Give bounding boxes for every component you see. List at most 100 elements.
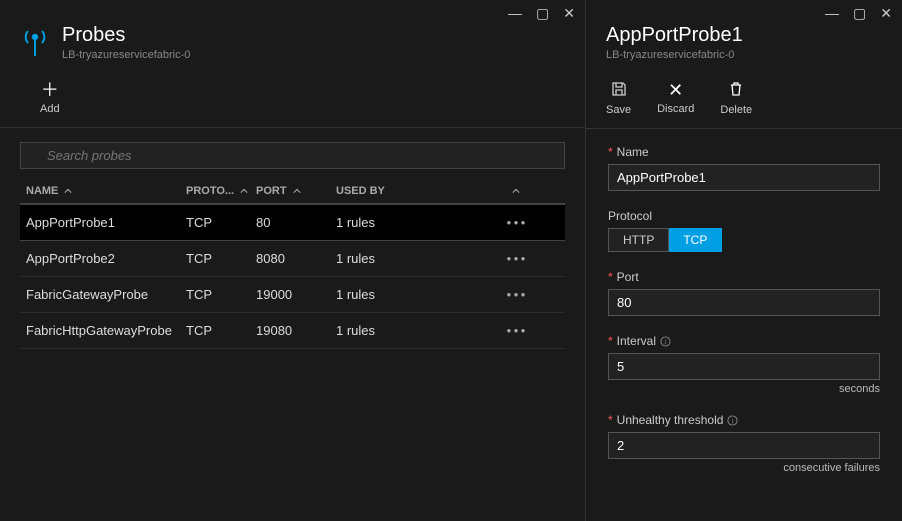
cell-protocol: TCP	[186, 215, 256, 230]
minimize-icon[interactable]: —	[825, 6, 839, 20]
plus-icon: ＋	[41, 81, 59, 99]
cell-port: 19080	[256, 323, 336, 338]
col-protocol[interactable]: PROTO...	[186, 185, 256, 197]
probe-detail-pane: — ▢ ✕ AppPortProbe1 LB-tryazureservicefa…	[586, 0, 902, 521]
minimize-icon[interactable]: —	[508, 6, 522, 20]
detail-toolbar: Save ✕ Discard Delete	[586, 73, 902, 129]
port-label: Port	[617, 270, 639, 284]
sort-icon	[293, 187, 301, 195]
probes-toolbar: ＋ Add	[0, 73, 585, 128]
row-menu-icon[interactable]: ● ● ●	[496, 326, 536, 335]
cell-protocol: TCP	[186, 323, 256, 338]
protocol-toggle: HTTP TCP	[608, 228, 880, 252]
protocol-tcp-button[interactable]: TCP	[669, 228, 722, 252]
maximize-icon[interactable]: ▢	[853, 6, 866, 20]
field-threshold: * Unhealthy threshold i consecutive fail…	[608, 413, 880, 474]
delete-button[interactable]: Delete	[720, 81, 752, 116]
search-wrap	[0, 128, 585, 179]
search-input[interactable]	[20, 142, 565, 169]
cell-port: 8080	[256, 251, 336, 266]
interval-hint: seconds	[608, 383, 880, 395]
save-icon	[611, 81, 627, 100]
sort-icon	[64, 187, 72, 195]
info-icon[interactable]: i	[660, 336, 671, 347]
probes-subtitle: LB-tryazureservicefabric-0	[62, 49, 190, 61]
cell-name: FabricGatewayProbe	[26, 287, 186, 302]
probe-icon	[20, 28, 50, 58]
maximize-icon[interactable]: ▢	[536, 6, 549, 20]
row-menu-icon[interactable]: ● ● ●	[496, 218, 536, 227]
required-icon: *	[608, 413, 613, 427]
close-icon[interactable]: ✕	[563, 6, 575, 20]
save-label: Save	[606, 104, 631, 116]
protocol-label: Protocol	[608, 209, 652, 223]
probes-title: Probes	[62, 24, 190, 47]
required-icon: *	[608, 334, 613, 348]
add-button[interactable]: ＋ Add	[40, 81, 60, 115]
info-icon[interactable]: i	[727, 415, 738, 426]
cell-port: 80	[256, 215, 336, 230]
col-name-label: NAME	[26, 185, 58, 197]
probes-table: NAME PROTO... PORT USED BY AppPortProbe1…	[0, 179, 585, 369]
detail-form: * Name Protocol HTTP TCP * Port * Interval…	[586, 129, 902, 508]
table-row[interactable]: FabricGatewayProbeTCP190001 rules● ● ●	[20, 277, 565, 313]
table-row[interactable]: AppPortProbe1TCP801 rules● ● ●	[20, 204, 565, 241]
cell-name: AppPortProbe2	[26, 251, 186, 266]
threshold-input[interactable]	[608, 432, 880, 459]
cell-protocol: TCP	[186, 287, 256, 302]
interval-label: Interval	[617, 334, 656, 348]
sort-icon	[240, 187, 248, 195]
name-label: Name	[617, 145, 649, 159]
col-protocol-label: PROTO...	[186, 185, 234, 197]
field-name: * Name	[608, 145, 880, 191]
cell-port: 19000	[256, 287, 336, 302]
add-label: Add	[40, 103, 60, 115]
close-icon[interactable]: ✕	[880, 6, 892, 20]
detail-header: AppPortProbe1 LB-tryazureservicefabric-0	[586, 20, 902, 73]
probes-pane: — ▢ ✕ Probes LB-tryazureservicefabric-0 …	[0, 0, 586, 521]
sort-icon	[512, 187, 520, 195]
interval-input[interactable]	[608, 353, 880, 380]
discard-label: Discard	[657, 103, 694, 115]
port-input[interactable]	[608, 289, 880, 316]
table-row[interactable]: AppPortProbe2TCP80801 rules● ● ●	[20, 241, 565, 277]
cell-name: AppPortProbe1	[26, 215, 186, 230]
table-row[interactable]: FabricHttpGatewayProbeTCP190801 rules● ●…	[20, 313, 565, 349]
field-interval: * Interval i seconds	[608, 334, 880, 395]
svg-text:i: i	[665, 337, 667, 346]
col-usedby-label: USED BY	[336, 185, 385, 197]
table-header: NAME PROTO... PORT USED BY	[20, 179, 565, 204]
field-protocol: Protocol HTTP TCP	[608, 209, 880, 252]
protocol-http-button[interactable]: HTTP	[608, 228, 669, 252]
trash-icon	[729, 81, 743, 100]
cell-usedby: 1 rules	[336, 323, 496, 338]
discard-icon: ✕	[668, 81, 683, 99]
window-controls-right: — ▢ ✕	[586, 0, 902, 20]
cell-usedby: 1 rules	[336, 251, 496, 266]
threshold-label: Unhealthy threshold	[617, 413, 724, 427]
col-menu	[496, 187, 536, 195]
probes-header: Probes LB-tryazureservicefabric-0	[0, 20, 585, 73]
row-menu-icon[interactable]: ● ● ●	[496, 254, 536, 263]
cell-name: FabricHttpGatewayProbe	[26, 323, 186, 338]
threshold-hint: consecutive failures	[608, 462, 880, 474]
discard-button[interactable]: ✕ Discard	[657, 81, 694, 116]
col-port[interactable]: PORT	[256, 185, 336, 197]
svg-text:i: i	[732, 416, 734, 425]
row-menu-icon[interactable]: ● ● ●	[496, 290, 536, 299]
col-usedby[interactable]: USED BY	[336, 185, 496, 197]
save-button[interactable]: Save	[606, 81, 631, 116]
required-icon: *	[608, 270, 613, 284]
required-icon: *	[608, 145, 613, 159]
detail-title: AppPortProbe1	[606, 24, 743, 47]
col-name[interactable]: NAME	[26, 185, 186, 197]
window-controls-left: — ▢ ✕	[0, 0, 585, 20]
field-port: * Port	[608, 270, 880, 316]
name-input[interactable]	[608, 164, 880, 191]
cell-usedby: 1 rules	[336, 215, 496, 230]
delete-label: Delete	[720, 104, 752, 116]
col-port-label: PORT	[256, 185, 287, 197]
detail-subtitle: LB-tryazureservicefabric-0	[606, 49, 743, 61]
cell-protocol: TCP	[186, 251, 256, 266]
cell-usedby: 1 rules	[336, 287, 496, 302]
